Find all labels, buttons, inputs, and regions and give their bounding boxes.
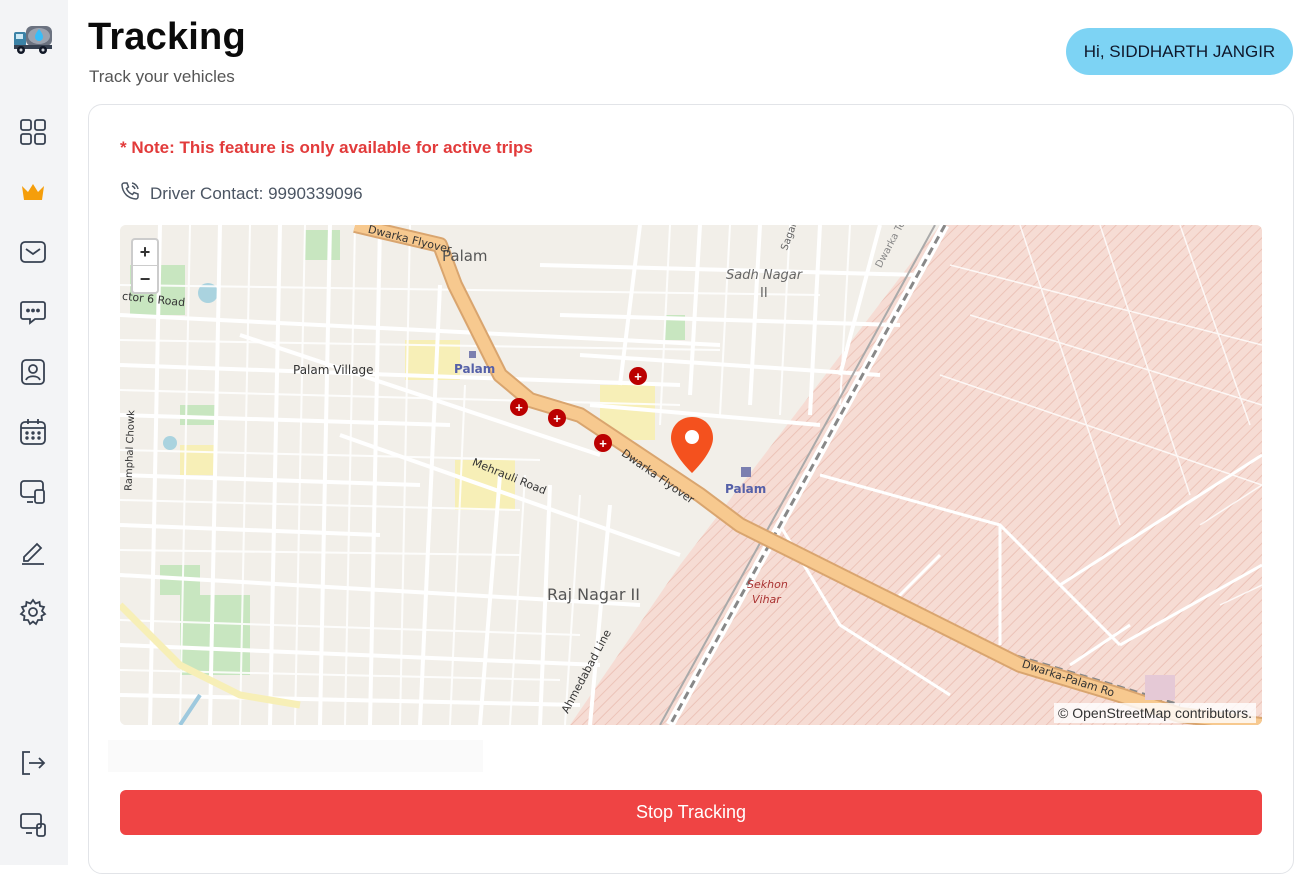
map-label-sadh-nagar: Sadh Nagar — [726, 268, 803, 283]
zoom-in-button[interactable]: + — [133, 240, 157, 266]
user-profile-icon[interactable] — [16, 355, 50, 389]
driver-contact-text: Driver Contact: 9990339096 — [150, 183, 363, 203]
map-label-sekhon: Sekhon — [747, 578, 788, 591]
map-label-raj-nagar: Raj Nagar II — [547, 585, 640, 604]
stop-tracking-button[interactable]: Stop Tracking — [120, 790, 1262, 835]
sidebar — [0, 0, 68, 865]
svg-text:+: + — [515, 400, 523, 415]
vehicle-location-pin-icon[interactable] — [669, 415, 715, 475]
map-footer-strip — [108, 740, 483, 772]
phone-icon — [120, 181, 140, 206]
svg-text:+: + — [553, 411, 561, 426]
chat-icon[interactable] — [16, 295, 50, 329]
map-zoom-control: + − — [131, 238, 159, 294]
devices-icon[interactable] — [16, 475, 50, 509]
tracking-map[interactable]: + + + + Palam Sadh Nagar II Palam Villag… — [120, 225, 1262, 725]
page-subtitle: Track your vehicles — [89, 67, 235, 86]
calendar-icon[interactable] — [16, 415, 50, 449]
map-label-vihar: Vihar — [752, 593, 781, 606]
mail-icon[interactable] — [16, 235, 50, 269]
settings-gear-icon[interactable] — [16, 595, 50, 629]
svg-text:+: + — [634, 369, 642, 384]
page-title: Tracking — [88, 16, 246, 58]
truck-logo-icon[interactable] — [12, 16, 54, 56]
crown-icon[interactable] — [16, 175, 50, 209]
map-label-palam-village: Palam Village — [293, 363, 374, 377]
zoom-out-button[interactable]: − — [133, 266, 157, 292]
device-switch-icon[interactable] — [16, 808, 50, 842]
map-label-palam-station-2: Palam — [725, 482, 767, 496]
logout-icon[interactable] — [16, 746, 50, 780]
map-attribution[interactable]: © OpenStreetMap contributors. — [1054, 703, 1256, 723]
svg-text:+: + — [599, 436, 607, 451]
driver-contact: Driver Contact: 9990339096 — [120, 181, 363, 206]
user-greeting-button[interactable]: Hi, SIDDHARTH JANGIR — [1066, 28, 1293, 75]
map-label-palam-station-1: Palam — [454, 362, 496, 376]
dashboard-grid-icon[interactable] — [16, 115, 50, 149]
active-trip-note: * Note: This feature is only available f… — [120, 138, 533, 157]
map-label-sadh-nagar-ii: II — [760, 286, 768, 301]
edit-pencil-icon[interactable] — [16, 535, 50, 569]
